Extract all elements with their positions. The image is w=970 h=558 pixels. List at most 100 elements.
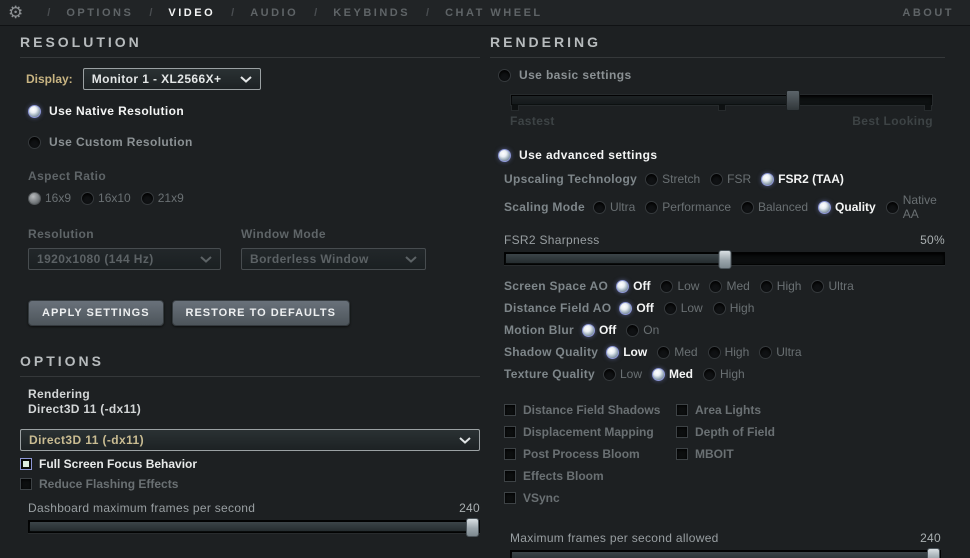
- advanced-radio-rows: Upscaling Technology Stretch FSR FSR2 (TAA)…: [504, 172, 945, 221]
- radio-label: Off: [633, 279, 650, 293]
- radio-label: Ultra: [776, 345, 801, 359]
- effects-checkbox-grid: Distance Field Shadows Displacement Mappi…: [504, 395, 945, 505]
- radio-distance-field-ao-low[interactable]: Low: [664, 301, 703, 315]
- fsr2-sharpness-slider[interactable]: [504, 252, 945, 265]
- radio-label: Off: [599, 323, 616, 337]
- setting-row-label: Scaling Mode: [504, 200, 585, 214]
- checkbox-box: [676, 404, 688, 416]
- radio-distance-field-ao-off[interactable]: Off: [619, 301, 653, 315]
- display-monitor-value: Monitor 1 - XL2566X+: [92, 72, 222, 86]
- radio-shadow-quality-ultra[interactable]: Ultra: [759, 345, 801, 359]
- radio-distance-field-ao-high[interactable]: High: [713, 301, 755, 315]
- display-monitor-dropdown[interactable]: Monitor 1 - XL2566X+: [83, 68, 261, 90]
- radio-use-custom-resolution[interactable]: Use Custom Resolution: [28, 135, 480, 149]
- nav-separator: /: [314, 7, 317, 19]
- checkbox-vsync[interactable]: VSync: [504, 491, 676, 505]
- radio-dot: [703, 368, 716, 381]
- radio-screen-space-ao-off[interactable]: Off: [616, 279, 650, 293]
- topbar: ⚙ /OPTIONS/VIDEO/AUDIO/KEYBINDS/CHAT WHE…: [0, 0, 970, 26]
- radio-upscaling-technology-fsr[interactable]: FSR: [710, 172, 751, 186]
- checkbox-label: Reduce Flashing Effects: [39, 477, 178, 491]
- window-mode-label: Window Mode: [241, 227, 426, 241]
- radio-motion-blur-off[interactable]: Off: [582, 323, 616, 337]
- checkbox-reduce-flashing-effects[interactable]: Reduce Flashing Effects: [20, 477, 480, 491]
- setting-row-upscaling-technology: Upscaling Technology Stretch FSR FSR2 (TAA): [504, 172, 945, 186]
- setting-row-distance-field-ao: Distance Field AO Off Low High: [504, 301, 945, 315]
- apply-settings-button[interactable]: APPLY SETTINGS: [28, 300, 164, 326]
- radio-scaling-mode-ultra[interactable]: Ultra: [593, 200, 635, 214]
- checkbox-area-lights[interactable]: Area Lights: [676, 403, 775, 417]
- radio-label: Med: [669, 367, 693, 381]
- radio-texture-quality-low[interactable]: Low: [603, 367, 642, 381]
- checkbox-full-screen-focus-behavior[interactable]: Full Screen Focus Behavior: [20, 457, 480, 471]
- radio-use-basic-settings[interactable]: Use basic settings: [498, 68, 945, 82]
- tab-about[interactable]: ABOUT: [902, 7, 954, 19]
- radio-use-native-resolution[interactable]: Use Native Resolution: [28, 104, 480, 118]
- radio-label: Low: [677, 279, 699, 293]
- slider-thumb[interactable]: [786, 90, 800, 111]
- resolution-dropdown[interactable]: 1920x1080 (144 Hz): [28, 248, 221, 270]
- slider-thumb[interactable]: [466, 518, 479, 537]
- radio-scaling-mode-balanced[interactable]: Balanced: [741, 200, 808, 214]
- dashboard-fps-slider[interactable]: [28, 520, 480, 533]
- radio-scaling-mode-native-aa[interactable]: Native AA: [886, 193, 937, 221]
- radio-shadow-quality-high[interactable]: High: [708, 345, 750, 359]
- setting-row-label: Upscaling Technology: [504, 172, 637, 186]
- radio-shadow-quality-med[interactable]: Med: [657, 345, 697, 359]
- restore-defaults-button[interactable]: RESTORE TO DEFAULTS: [172, 300, 350, 326]
- slider-thumb[interactable]: [927, 548, 940, 558]
- radio-screen-space-ao-low[interactable]: Low: [660, 279, 699, 293]
- tab-video[interactable]: VIDEO: [168, 7, 215, 19]
- nav-separator: /: [149, 7, 152, 19]
- radio-motion-blur-on[interactable]: On: [626, 323, 659, 337]
- aspect-ratio-options: 16x916x1021x9: [28, 191, 480, 205]
- tab-keybinds[interactable]: KEYBINDS: [333, 7, 410, 19]
- window-mode-dropdown[interactable]: Borderless Window: [241, 248, 426, 270]
- slider-fill: [512, 96, 792, 104]
- tab-audio[interactable]: AUDIO: [250, 7, 298, 19]
- checkbox-label: Area Lights: [695, 403, 761, 417]
- tab-options[interactable]: OPTIONS: [66, 7, 133, 19]
- radio-screen-space-ao-high[interactable]: High: [760, 279, 802, 293]
- setting-row-label: Distance Field AO: [504, 301, 611, 315]
- options-section-title: OPTIONS: [20, 353, 480, 377]
- max-fps-value: 240: [920, 531, 941, 545]
- checkbox-depth-of-field[interactable]: Depth of Field: [676, 425, 775, 439]
- radio-dot: [498, 149, 511, 162]
- checkbox-post-process-bloom[interactable]: Post Process Bloom: [504, 447, 676, 461]
- checkbox-effects-bloom[interactable]: Effects Bloom: [504, 469, 676, 483]
- radio-scaling-mode-quality[interactable]: Quality: [818, 200, 876, 214]
- radio-upscaling-technology-fsr2-taa[interactable]: FSR2 (TAA): [761, 172, 844, 186]
- checkbox-label: Full Screen Focus Behavior: [39, 457, 197, 471]
- checkbox-label: Depth of Field: [695, 425, 775, 439]
- checkbox-distance-field-shadows[interactable]: Distance Field Shadows: [504, 403, 676, 417]
- checkbox-mboit[interactable]: MBOIT: [676, 447, 775, 461]
- radio-label: Off: [636, 301, 653, 315]
- setting-row-label: Screen Space AO: [504, 279, 608, 293]
- radio-shadow-quality-low[interactable]: Low: [606, 345, 647, 359]
- slider-thumb[interactable]: [718, 250, 731, 269]
- radio-texture-quality-med[interactable]: Med: [652, 367, 693, 381]
- radio-upscaling-technology-stretch[interactable]: Stretch: [645, 172, 700, 186]
- radio-label: Ultra: [610, 200, 635, 214]
- radio-scaling-mode-performance[interactable]: Performance: [645, 200, 731, 214]
- radio-screen-space-ao-ultra[interactable]: Ultra: [811, 279, 853, 293]
- basic-quality-slider[interactable]: [510, 94, 933, 106]
- setting-row-label: Motion Blur: [504, 323, 574, 337]
- checkbox-displacement-mapping[interactable]: Displacement Mapping: [504, 425, 676, 439]
- radio-use-advanced-settings[interactable]: Use advanced settings: [498, 148, 945, 162]
- radio-texture-quality-high[interactable]: High: [703, 367, 745, 381]
- tab-chat-wheel[interactable]: CHAT WHEEL: [445, 7, 543, 19]
- radio-dot: [708, 346, 721, 359]
- gear-icon[interactable]: ⚙: [8, 4, 23, 21]
- dashboard-fps-label: Dashboard maximum frames per second: [28, 501, 255, 515]
- radio-label: Performance: [662, 200, 731, 214]
- slider-notch: [511, 105, 519, 111]
- radio-dot: [660, 280, 673, 293]
- radio-dot: [818, 201, 831, 214]
- radio-screen-space-ao-med[interactable]: Med: [709, 279, 749, 293]
- radio-dot: [709, 280, 722, 293]
- rendering-api-dropdown[interactable]: Direct3D 11 (-dx11): [20, 429, 480, 451]
- display-row: Display: Monitor 1 - XL2566X+: [26, 68, 480, 90]
- max-fps-slider[interactable]: [510, 550, 941, 558]
